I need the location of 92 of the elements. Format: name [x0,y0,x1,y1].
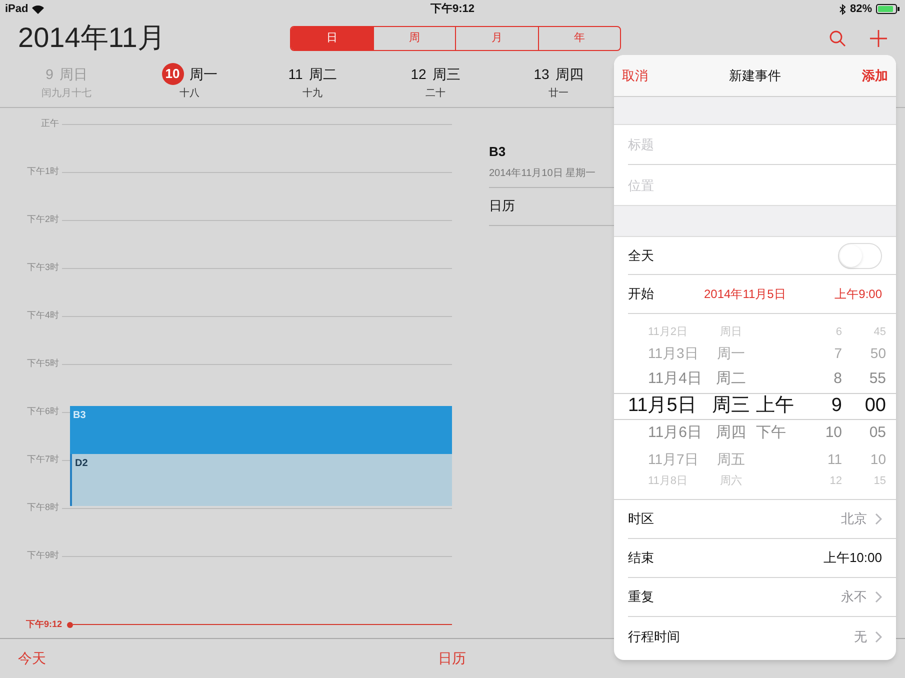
lunar-date: 十九 [302,86,322,101]
picker-weekday[interactable]: 周四 [706,422,756,445]
hour-label: 下午4时 [26,309,60,322]
text-field[interactable]: 位置 [628,165,896,205]
picker-hour[interactable]: 7 [802,343,842,364]
lunar-date: 十八 [180,86,200,101]
picker-hour[interactable]: 6 [802,324,842,340]
picker-ampm[interactable]: 上午 [756,395,794,416]
picker-weekday[interactable]: 周三 [706,392,756,421]
popover-title: 新建事件 [729,66,781,85]
start-label: 开始 [628,285,655,304]
day-header[interactable]: 13 周四 [534,62,584,86]
calendar-event[interactable]: D2 [70,454,452,506]
row-value[interactable]: 永不 [841,587,867,607]
row-value[interactable]: 上午10:00 [823,548,882,568]
calendars-button[interactable]: 日历 [438,648,466,669]
text-field[interactable]: 标题 [628,125,896,165]
picker-minute[interactable]: 50 [842,343,886,364]
view-tab[interactable]: 日 [291,26,372,50]
date-time-picker[interactable]: 11月2日 周日 6 45 11月3日 周一 7 50 11月4日 周二 8 55 11月5日 周三 上午 9 00 11月6日 周四 下午 10 05 11月7日 周五 11 10 11月8日 周六 12 15 [614,314,896,499]
picker-date[interactable]: 11月7日 [648,449,706,470]
view-tab[interactable]: 周 [372,26,455,50]
picker-ampm[interactable]: 下午 [756,424,786,442]
row-label: 重复 [628,588,655,606]
picker-weekday[interactable]: 周五 [706,449,756,470]
hour-label: 下午7时 [26,453,60,466]
day-header[interactable]: 11 周二 [288,62,337,86]
picker-hour[interactable]: 10 [802,422,842,445]
picker-minute[interactable]: 10 [842,449,886,470]
day-header[interactable]: 12 周三 [410,62,460,86]
wifi-icon [32,4,44,14]
picker-weekday[interactable]: 周二 [706,368,756,391]
row-value[interactable]: 无 [854,626,867,646]
start-date[interactable]: 2014年11月5日 [704,285,824,303]
view-tab[interactable]: 月 [455,26,538,50]
search-icon[interactable] [829,30,846,46]
battery-percent: 82% [850,2,872,17]
picker-date[interactable]: 11月8日 [648,472,706,490]
hour-label: 下午2时 [26,213,60,226]
picker-minute[interactable]: 00 [842,392,886,421]
view-tab[interactable]: 年 [538,26,620,50]
today-button[interactable]: 今天 [18,648,438,669]
picker-hour[interactable]: 12 [802,472,842,490]
event-calendar: 日历 [489,197,515,216]
picker-weekday[interactable]: 周日 [706,324,756,340]
lunar-date: 二十 [426,86,446,101]
row-label: 行程时间 [628,628,681,646]
picker-date[interactable]: 11月5日 [628,392,706,421]
lunar-date: 廿一 [548,86,568,101]
hour-label: 下午8时 [26,501,60,514]
row-label: 结束 [628,549,655,568]
lunar-date: 闰九月十七 [42,86,92,101]
hour-label: 下午3时 [26,261,60,274]
hour-label: 下午9时 [26,549,60,562]
add-button[interactable]: 添加 [862,66,888,86]
device-name: iPad [5,2,28,17]
add-icon[interactable] [870,30,887,46]
hour-label: 下午1时 [26,165,60,178]
picker-weekday[interactable]: 周六 [706,472,756,490]
picker-date[interactable]: 11月6日 [648,422,706,445]
start-time[interactable]: 上午9:00 [824,285,882,303]
current-time-label: 下午9:12 [24,618,62,631]
picker-hour[interactable]: 9 [802,392,842,421]
hour-label: 下午5时 [26,357,60,370]
hour-label: 正午 [40,117,60,130]
picker-date[interactable]: 11月2日 [648,324,706,340]
picker-date[interactable]: 11月4日 [648,368,706,391]
picker-minute[interactable]: 05 [842,422,886,445]
chevron-icon [875,591,882,603]
cancel-button[interactable]: 取消 [622,66,648,86]
chevron-icon [875,513,882,525]
picker-weekday[interactable]: 周一 [706,343,756,364]
picker-date[interactable]: 11月3日 [648,343,706,364]
all-day-switch[interactable] [838,242,882,268]
hour-label: 下午6时 [26,405,60,418]
row-value[interactable]: 北京 [841,509,867,529]
event-date: 2014年11月10日 星期一 [489,166,597,180]
day-header[interactable]: 10 周一 [162,62,218,86]
all-day-label: 全天 [628,246,654,265]
status-time: 下午9:12 [430,2,475,17]
chevron-icon [875,630,882,642]
event-title: B3 [489,143,507,161]
picker-minute[interactable]: 55 [842,368,886,391]
battery-icon [876,4,900,14]
picker-hour[interactable]: 11 [802,449,842,470]
picker-hour[interactable]: 8 [802,368,842,391]
picker-minute[interactable]: 15 [842,472,886,490]
month-title: 2014年11月 [18,21,166,55]
bluetooth-icon [838,4,846,14]
row-label: 时区 [628,510,655,528]
picker-minute[interactable]: 45 [842,324,886,340]
day-header[interactable]: 9 周日 [46,62,88,86]
